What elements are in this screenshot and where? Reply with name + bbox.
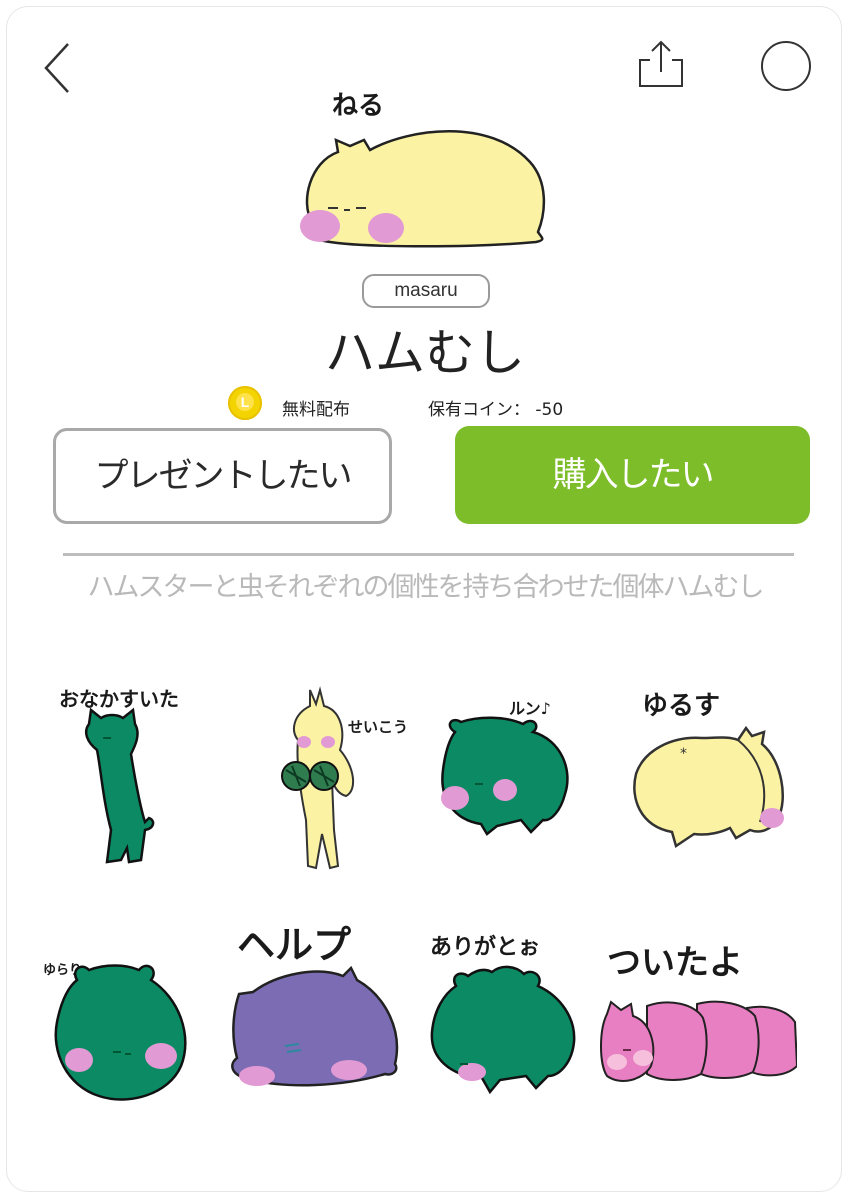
sticker-5[interactable]: ゆらり [35,900,235,1110]
description: ハムスターと虫それぞれの個性を持ち合わせた個体ハムむし [87,572,765,603]
price-label: 無料配布 [282,400,350,420]
chevron-left-icon [44,43,69,93]
sticker-caption: おなかすいた [59,687,179,711]
sticker-1[interactable]: おなかすいた [45,670,245,880]
sticker-caption: せいこう [348,718,408,736]
hero-sticker: ねる [290,82,560,252]
coin-badge: L [236,393,254,411]
sticker-3[interactable]: ルン♪ [425,670,625,880]
sticker-8[interactable]: ついたよ [597,900,797,1110]
sticker-4[interactable]: ゆるす * [612,670,812,880]
sticker-title: ハムむし [325,324,525,382]
sticker-caption: ヘルプ [237,923,351,967]
gift-button[interactable]: プレゼントしたい [53,428,392,524]
coin-icon: L [228,386,262,420]
owned-coins-label: 保有コイン： -50 [428,400,564,420]
sticker-caption: ついたよ [607,943,743,983]
svg-text:*: * [680,746,687,762]
author-tag[interactable]: masaru [362,274,490,308]
circle-icon [761,41,811,91]
divider [63,553,794,556]
share-icon [639,40,683,87]
menu-button[interactable] [760,40,812,92]
hero-caption: ねる [332,91,384,121]
sticker-caption: ゆるす [642,691,720,721]
back-button[interactable] [38,38,78,98]
sticker-caption: ルン♪ [509,699,551,718]
share-button[interactable] [632,38,690,92]
sticker-2[interactable]: せいこう [250,670,450,880]
buy-button[interactable]: 購入したい [455,426,810,524]
sticker-7[interactable]: ありがとぉ [420,900,620,1110]
sticker-caption: ありがとぉ [430,934,540,960]
sticker-6[interactable]: ヘルプ [225,900,425,1110]
